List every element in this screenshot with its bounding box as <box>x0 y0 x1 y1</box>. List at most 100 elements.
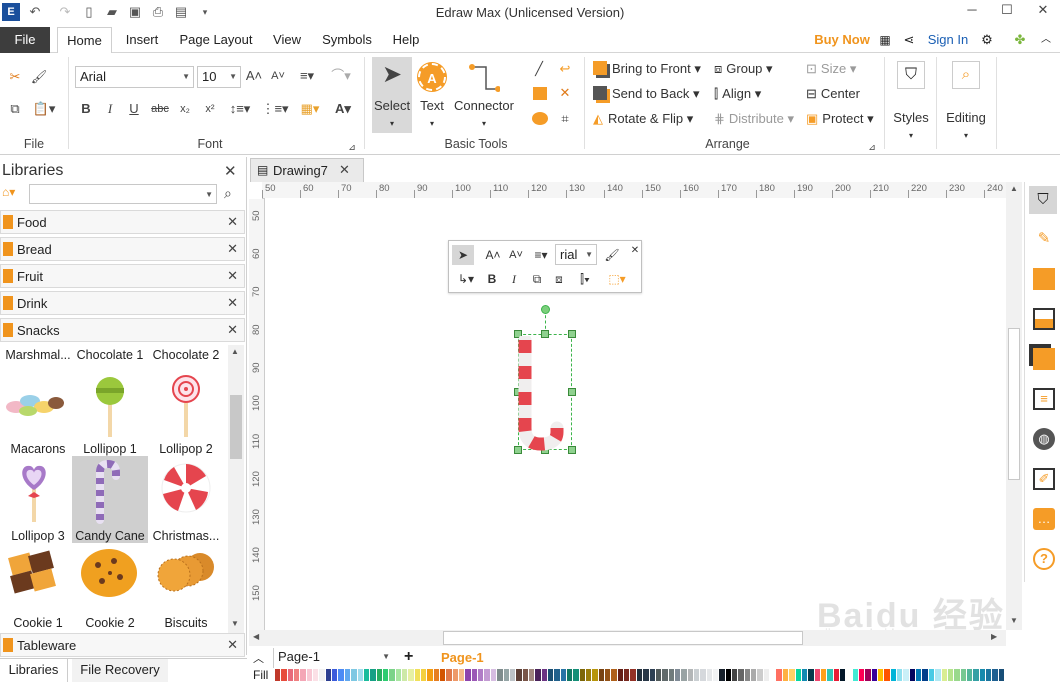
maximize-icon[interactable]: ☐ <box>992 2 1022 22</box>
subscript-icon[interactable]: x₂ <box>176 99 194 119</box>
shape-christmas-candy[interactable]: Christmas... <box>148 456 224 543</box>
close-toolbar-icon[interactable]: ✕ <box>629 241 641 261</box>
cart-icon[interactable]: ▦ <box>876 27 894 53</box>
help-icon[interactable]: ? <box>1033 548 1055 570</box>
text-background-icon[interactable]: ▦▾ <box>296 99 324 119</box>
color-swatch[interactable] <box>535 669 541 681</box>
line-spacing-icon[interactable]: ↕≡▾ <box>225 99 255 119</box>
collapse-ribbon-icon[interactable]: ︿ <box>1036 27 1056 53</box>
color-swatch[interactable] <box>960 669 966 681</box>
color-swatch[interactable] <box>966 669 973 681</box>
page-tab[interactable]: Page-1 <box>441 650 484 665</box>
align-icon[interactable]: ⫿▾ <box>571 269 599 289</box>
color-swatch[interactable] <box>681 669 687 681</box>
shape-macarons[interactable]: Macarons <box>0 369 76 456</box>
color-swatch[interactable] <box>833 669 839 681</box>
color-swatch[interactable] <box>471 669 478 681</box>
shape-cookie-2[interactable]: Cookie 2 <box>72 543 148 630</box>
shape-candy-cane[interactable]: Candy Cane <box>72 456 148 543</box>
file-tab[interactable]: File <box>0 27 50 53</box>
color-swatch[interactable] <box>319 669 325 681</box>
cut-icon[interactable]: ✂ <box>6 67 24 87</box>
color-swatch[interactable] <box>414 669 420 681</box>
color-swatch[interactable] <box>903 669 909 681</box>
color-swatch[interactable] <box>954 669 960 681</box>
color-swatch[interactable] <box>643 669 649 681</box>
scroll-up-icon[interactable]: ▲ <box>1010 184 1018 193</box>
horizontal-scrollbar[interactable]: ◀ ▶ <box>249 630 1006 646</box>
color-swatch[interactable] <box>662 669 668 681</box>
home-icon[interactable]: ⌂▾ <box>2 185 26 203</box>
color-swatch[interactable] <box>516 669 522 681</box>
color-swatch[interactable] <box>624 669 630 681</box>
close-icon[interactable]: ✕ <box>1028 2 1058 22</box>
color-swatch[interactable] <box>922 669 928 681</box>
color-swatch[interactable] <box>636 669 643 681</box>
tab-page-layout[interactable]: Page Layout <box>174 27 258 53</box>
shape-marshmallow[interactable]: Marshmal... <box>0 345 76 362</box>
color-swatch[interactable] <box>649 669 655 681</box>
ellipse-tool-icon[interactable] <box>532 112 548 125</box>
shape-chocolate-2[interactable]: Chocolate 2 <box>148 345 224 362</box>
connector-tool-button[interactable]: Connector ▾ <box>452 57 516 133</box>
color-swatch[interactable] <box>605 669 611 681</box>
color-swatch[interactable] <box>992 669 998 681</box>
color-swatch[interactable] <box>732 669 738 681</box>
shrink-font-icon[interactable]: A˅ <box>505 245 527 265</box>
styles-button[interactable]: ⛉ Styles ▾ <box>888 57 934 149</box>
settings-gear-icon[interactable]: ⚙ <box>976 27 998 53</box>
tab-view[interactable]: View <box>267 27 307 53</box>
color-swatch[interactable] <box>935 669 941 681</box>
strikethrough-icon[interactable]: abc <box>150 99 170 119</box>
font-family-select[interactable]: Arial ▼ <box>75 66 194 88</box>
color-swatch[interactable] <box>433 669 440 681</box>
library-category-food[interactable]: Food ✕ <box>0 210 245 234</box>
font-size-select[interactable]: 10 ▼ <box>197 66 241 88</box>
attachment-icon[interactable]: ✐ <box>1033 468 1055 490</box>
paste-icon[interactable]: 📋▾ <box>30 99 58 119</box>
distribute-button[interactable]: ⋕ Distribute ▾ <box>714 110 794 128</box>
tab-symbols[interactable]: Symbols <box>316 27 378 53</box>
color-swatch[interactable] <box>719 669 725 681</box>
close-category-icon[interactable]: ✕ <box>227 214 238 230</box>
color-swatch[interactable] <box>497 669 503 681</box>
theme-icon[interactable]: ✤ <box>1010 27 1030 53</box>
close-libraries-icon[interactable]: ✕ <box>224 162 237 180</box>
fill-bucket-icon[interactable]: ⛉ <box>1029 186 1057 214</box>
color-swatch[interactable] <box>459 669 465 681</box>
editing-button[interactable]: ⌕ Editing ▾ <box>940 57 992 149</box>
color-swatch[interactable] <box>693 669 700 681</box>
close-category-icon[interactable]: ✕ <box>227 295 238 311</box>
color-swatch[interactable] <box>725 669 732 681</box>
color-swatch[interactable] <box>306 669 313 681</box>
search-icon[interactable]: ⌕ <box>224 185 232 202</box>
scroll-left-icon[interactable]: ◀ <box>253 632 259 641</box>
color-swatch[interactable] <box>294 669 300 681</box>
color-swatch[interactable] <box>528 669 535 681</box>
line-tool-icon[interactable]: ╱ <box>530 59 548 79</box>
color-swatch[interactable] <box>801 669 808 681</box>
center-button[interactable]: ⊟ Center <box>806 85 860 103</box>
format-painter-icon[interactable]: 🖌 <box>601 245 623 265</box>
scroll-down-icon[interactable]: ▼ <box>1010 616 1018 625</box>
tab-libraries[interactable]: Libraries <box>0 659 68 682</box>
tab-insert[interactable]: Insert <box>118 27 166 53</box>
buy-now-link[interactable]: Buy Now <box>812 27 872 53</box>
color-swatch[interactable] <box>567 669 573 681</box>
italic-icon[interactable]: I <box>505 269 523 289</box>
copy-icon[interactable]: ⧉ <box>6 99 24 119</box>
bold-icon[interactable]: B <box>78 99 94 119</box>
color-swatch[interactable] <box>344 669 351 681</box>
color-swatch[interactable] <box>478 669 484 681</box>
color-swatch[interactable] <box>313 669 319 681</box>
color-swatch[interactable] <box>687 669 693 681</box>
align-button[interactable]: ⫿ Align ▾ <box>714 85 761 103</box>
page-properties-icon[interactable]: ≡ <box>1033 388 1055 410</box>
color-swatch[interactable] <box>839 669 846 681</box>
document-tab[interactable]: ▤ Drawing7 ✕ <box>250 158 364 182</box>
library-category-fruit[interactable]: Fruit ✕ <box>0 264 245 288</box>
color-swatch[interactable] <box>509 669 516 681</box>
color-swatch[interactable] <box>865 669 871 681</box>
rectangle-tool-icon[interactable] <box>533 87 547 100</box>
image-icon[interactable] <box>1033 308 1055 330</box>
